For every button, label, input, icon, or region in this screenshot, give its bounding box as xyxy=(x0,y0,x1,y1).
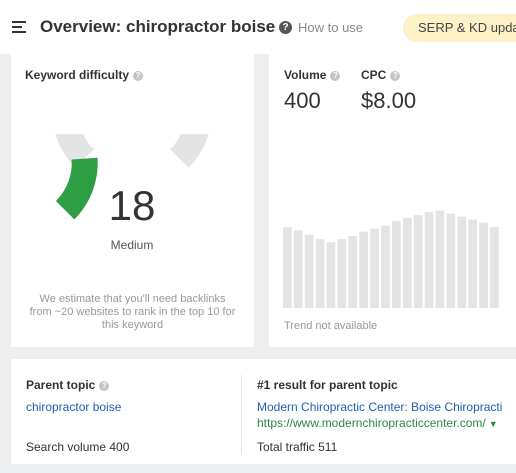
info-icon[interactable]: ? xyxy=(330,71,341,81)
difficulty-level: Medium xyxy=(110,238,154,252)
keyword-difficulty-card: Keyword difficulty? 18 Medium We estimat… xyxy=(11,54,254,347)
how-to-use-link[interactable]: How to use xyxy=(298,20,363,35)
update-badge[interactable]: SERP & KD updat xyxy=(403,14,516,42)
trend-bar xyxy=(435,210,445,308)
trend-bar xyxy=(479,222,488,308)
parent-topic-card: Parent topic? chiropractor boise Search … xyxy=(11,359,516,464)
divider xyxy=(241,375,242,455)
question-icon[interactable]: ? xyxy=(279,21,292,34)
page-title: Overview: chiropractor boise xyxy=(40,17,276,36)
info-icon[interactable]: ? xyxy=(390,71,401,81)
cpc-value: $8.00 xyxy=(361,88,417,113)
parent-topic-search-volume: Search volume 400 xyxy=(26,440,130,454)
trend-bar xyxy=(402,218,412,308)
difficulty-score: 18 xyxy=(108,182,156,229)
trend-bar xyxy=(293,230,303,308)
trend-bar xyxy=(337,239,347,308)
trend-bar xyxy=(348,236,358,308)
trend-bar xyxy=(457,216,467,308)
trend-bar xyxy=(283,227,292,308)
info-icon[interactable]: ? xyxy=(99,381,110,391)
caret-down-icon[interactable]: ▼ xyxy=(489,419,498,429)
volume-value: 400 xyxy=(284,88,321,113)
trend-bar xyxy=(424,212,434,308)
trend-chart xyxy=(283,210,499,308)
cpc-label: CPC xyxy=(361,68,387,82)
page-header: Overview: chiropractor boise ? How to us… xyxy=(0,0,516,54)
first-result-label: #1 result for parent topic xyxy=(257,378,398,392)
parent-topic-label: Parent topic xyxy=(26,378,96,392)
keyword-difficulty-label: Keyword difficulty xyxy=(25,68,130,82)
trend-bar xyxy=(468,219,477,308)
difficulty-note: We estimate that you'll need backlinks f… xyxy=(29,293,236,331)
trend-bar xyxy=(315,239,325,308)
cpc-heading: CPC? xyxy=(361,68,401,82)
keyword-difficulty-heading: Keyword difficulty? xyxy=(25,68,144,82)
trend-bar xyxy=(304,234,314,308)
first-result-traffic: Total traffic 511 xyxy=(257,440,338,454)
info-icon[interactable]: ? xyxy=(133,71,144,81)
trend-bar xyxy=(326,242,336,308)
trend-bar xyxy=(446,213,456,308)
trend-note: Trend not available xyxy=(284,320,378,332)
trend-bar xyxy=(413,215,423,308)
trend-bar xyxy=(370,228,379,308)
parent-topic-heading: Parent topic? xyxy=(26,378,110,392)
trend-bar xyxy=(490,227,499,308)
trend-bar xyxy=(381,225,390,308)
first-result-url-link[interactable]: https://www.modernchiropracticcenter.com… xyxy=(257,416,486,430)
volume-card: Volume? CPC? 400 $8.00 Trend not availab… xyxy=(269,54,516,347)
first-result-title-link[interactable]: Modern Chiropractic Center: Boise Chirop… xyxy=(257,400,502,414)
volume-heading: Volume? xyxy=(284,68,341,82)
volume-label: Volume xyxy=(284,68,327,82)
trend-bar xyxy=(359,231,368,308)
trend-bar xyxy=(392,221,401,308)
parent-topic-link[interactable]: chiropractor boise xyxy=(26,400,121,414)
first-result-url-row: https://www.modernchiropracticcenter.com… xyxy=(257,416,498,430)
gauge-track xyxy=(55,134,209,168)
menu-icon[interactable] xyxy=(12,21,26,33)
